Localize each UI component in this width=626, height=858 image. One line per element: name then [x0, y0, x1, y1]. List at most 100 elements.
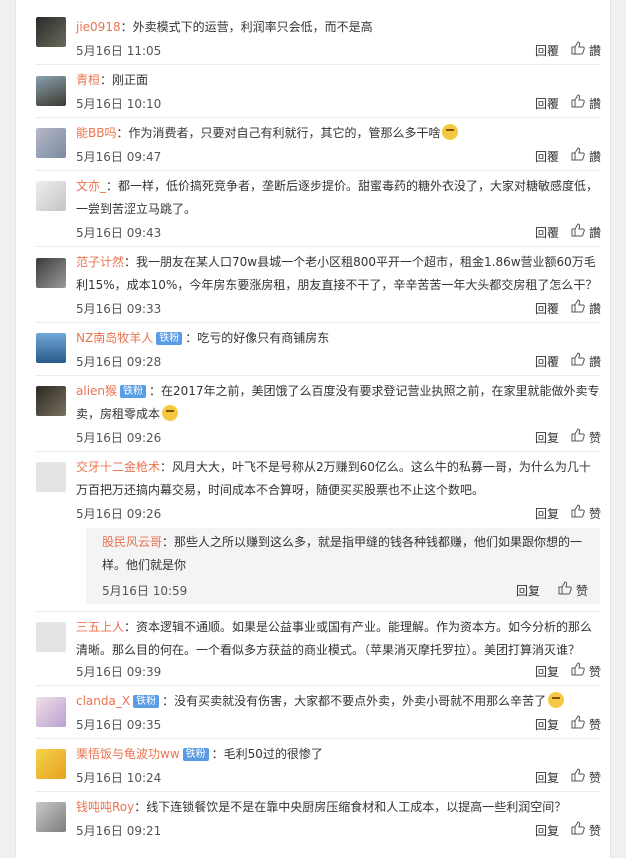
like-button[interactable]: 讚	[571, 352, 601, 370]
comment-text: 钱吨吨Roy：线下连锁餐饮是不是在靠中央厨房压缩食材和人工成本，以提高一些利润空…	[76, 796, 601, 819]
like-label: 讚	[588, 226, 601, 240]
comment-time: 5月16日 09:21	[76, 824, 162, 838]
thumbs-up-icon	[558, 581, 572, 595]
avatar[interactable]	[36, 697, 66, 727]
username-link[interactable]: 股民风云哥	[102, 535, 162, 549]
comment-text: 三五上人：资本逻辑不通顺。如果是公益事业或国有产业。能理解。作为资本方。如今分析…	[76, 616, 601, 662]
avatar[interactable]	[36, 622, 66, 652]
reply-button[interactable]: 回覆	[535, 224, 559, 241]
comment-text: 范子计然：我一朋友在某人口70w县城一个老小区租800平开一个超市，租金1.86…	[76, 251, 601, 297]
reply-button[interactable]: 回复	[535, 429, 559, 446]
like-button[interactable]: 赞	[571, 504, 601, 522]
fan-badge: 铁粉	[133, 695, 160, 708]
username-link[interactable]: 文亦_	[76, 179, 106, 193]
comment-text: jie0918：外卖模式下的运营，利润率只会低，而不是高	[76, 16, 601, 39]
avatar[interactable]	[36, 76, 66, 106]
thumbs-up-icon	[571, 662, 585, 676]
reply-button[interactable]: 回覆	[535, 42, 559, 59]
comment-body: ：在2017年之前，美团饿了么百度没有要求登记营业执照之前，在家里就能做外卖专卖…	[76, 384, 600, 421]
comment-time: 5月16日 11:05	[76, 44, 162, 58]
like-button[interactable]: 讚	[571, 299, 601, 317]
username-link[interactable]: 交牙十二金枪术	[76, 460, 160, 474]
like-button[interactable]: 赞	[558, 581, 588, 599]
comment-text: 能BB吗：作为消费者，只要对自己有利就行，其它的，管那么多干啥	[76, 122, 601, 145]
divider	[36, 451, 600, 452]
like-label: 赞	[588, 665, 601, 679]
fan-badge: 铁粉	[156, 332, 183, 345]
reply-button[interactable]: 回覆	[535, 353, 559, 370]
sub-reply: 股民风云哥：那些人之所以赚到这么多，就是指甲缝的钱各种钱都赚，他们如果跟你想的一…	[86, 528, 600, 604]
thumbs-up-icon	[571, 223, 585, 237]
comment-body: ：外卖模式下的运营，利润率只会低，而不是高	[120, 20, 373, 34]
comment-text: 青桓：刚正面	[76, 69, 601, 92]
like-button[interactable]: 赞	[571, 715, 601, 733]
username-link[interactable]: clanda_X	[76, 694, 130, 708]
like-label: 赞	[588, 771, 601, 785]
avatar[interactable]	[36, 333, 66, 363]
reply-button[interactable]: 回复	[535, 663, 559, 680]
reply-button[interactable]: 回覆	[535, 148, 559, 165]
comment-time: 5月16日 09:26	[76, 507, 162, 521]
reply-button[interactable]: 回复	[535, 716, 559, 733]
reply-button[interactable]: 回覆	[535, 300, 559, 317]
comment-text: clanda_X 铁粉 ：没有买卖就没有伤害，大家都不要点外卖，外卖小哥就不用那么辛…	[76, 690, 601, 713]
comment-time: 5月16日 09:28	[76, 355, 162, 369]
reply-button[interactable]: 回复	[535, 769, 559, 786]
avatar[interactable]	[36, 181, 66, 211]
like-button[interactable]: 赞	[571, 428, 601, 446]
comment-time: 5月16日 09:33	[76, 302, 162, 316]
avatar[interactable]	[36, 258, 66, 288]
fan-badge: 铁粉	[120, 385, 147, 398]
comment-body: ：那些人之所以赚到这么多，就是指甲缝的钱各种钱都赚，他们如果跟你想的一样。他们就…	[102, 535, 583, 572]
avatar[interactable]	[36, 802, 66, 832]
reply-button[interactable]: 回复	[516, 582, 540, 599]
comment-list: jie0918：外卖模式下的运营，利润率只会低，而不是高 5月16日 11:05…	[15, 0, 611, 858]
emoji-icon	[442, 124, 459, 140]
username-link[interactable]: jie0918	[76, 20, 121, 34]
divider	[36, 322, 600, 323]
like-button[interactable]: 讚	[571, 41, 601, 59]
thumbs-up-icon	[571, 768, 585, 782]
comment-body: ：我一朋友在某人口70w县城一个老小区租800平开一个超市，租金1.86w营业额…	[76, 255, 598, 292]
avatar[interactable]	[36, 128, 66, 158]
comment-text: 栗悟饭与龟波功ww 铁粉 ：毛利50过的很惨了	[76, 743, 601, 766]
comment-time: 5月16日 10:24	[76, 771, 162, 785]
avatar[interactable]	[36, 386, 66, 416]
username-link[interactable]: alien猴	[76, 384, 117, 398]
username-link[interactable]: 青桓	[76, 73, 100, 87]
like-label: 讚	[588, 97, 601, 111]
avatar[interactable]	[36, 17, 66, 47]
username-link[interactable]: 能BB吗	[76, 126, 116, 140]
comment-body: ：都一样，低价搞死竞争者，垄断后逐步提价。甜蜜毒药的糖外衣没了，大家对糖敏感度低…	[76, 179, 599, 216]
like-button[interactable]: 赞	[571, 768, 601, 786]
username-link[interactable]: NZ南岛牧羊人	[76, 331, 153, 345]
avatar[interactable]	[36, 462, 66, 492]
comment-body: ：刚正面	[100, 73, 149, 87]
comment-time: 5月16日 09:39	[76, 665, 162, 679]
divider	[36, 375, 600, 376]
avatar[interactable]	[36, 749, 66, 779]
username-link[interactable]: 钱吨吨Roy	[76, 800, 134, 814]
reply-button[interactable]: 回复	[535, 822, 559, 839]
comment-body: ：线下连锁餐饮是不是在靠中央厨房压缩食材和人工成本，以提高一些利润空间？	[134, 800, 567, 814]
reply-button[interactable]: 回复	[535, 505, 559, 522]
username-link[interactable]: 栗悟饭与龟波功ww	[76, 747, 180, 761]
like-button[interactable]: 讚	[571, 147, 601, 165]
comment-time: 5月16日 09:26	[76, 431, 162, 445]
thumbs-up-icon	[571, 821, 585, 835]
thumbs-up-icon	[571, 94, 585, 108]
like-label: 讚	[588, 150, 601, 164]
comment-body: ：毛利50过的很惨了	[211, 747, 323, 761]
username-link[interactable]: 范子计然	[76, 255, 124, 269]
divider	[36, 117, 600, 118]
like-button[interactable]: 讚	[571, 223, 601, 241]
reply-button[interactable]: 回覆	[535, 95, 559, 112]
emoji-icon	[162, 405, 179, 421]
like-button[interactable]: 赞	[571, 662, 601, 680]
like-button[interactable]: 赞	[571, 821, 601, 839]
username-link[interactable]: 三五上人	[76, 620, 124, 634]
like-label: 讚	[588, 302, 601, 316]
divider	[36, 246, 600, 247]
like-label: 讚	[588, 355, 601, 369]
like-button[interactable]: 讚	[571, 94, 601, 112]
